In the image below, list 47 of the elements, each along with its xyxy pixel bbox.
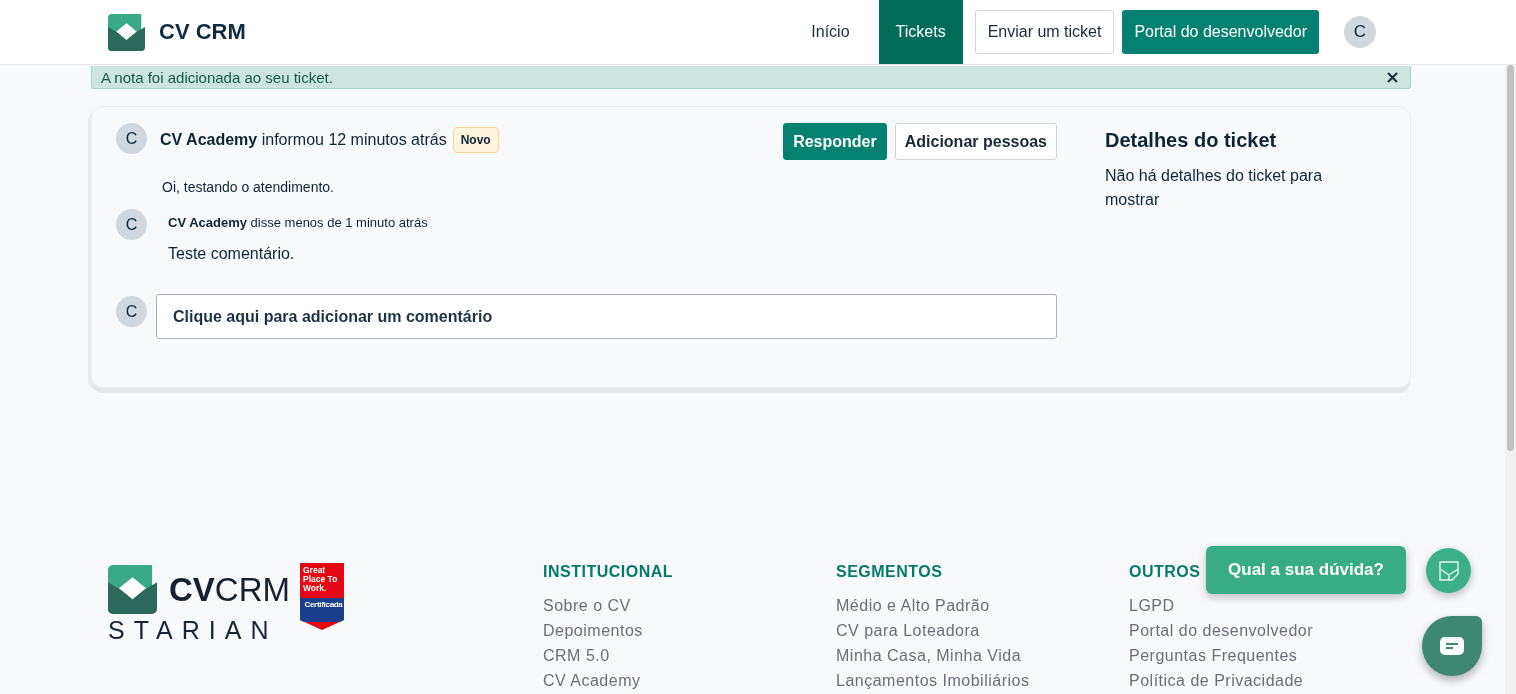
footer-link[interactable]: Lançamentos Imobiliários bbox=[836, 668, 1129, 693]
assistant-button[interactable] bbox=[1426, 548, 1471, 593]
user-avatar[interactable]: C bbox=[1344, 16, 1376, 48]
footer-link[interactable]: Portal do desenvolvedor bbox=[1129, 618, 1422, 643]
scrollbar-thumb[interactable] bbox=[1507, 65, 1514, 451]
user-avatar: C bbox=[116, 209, 147, 240]
footer-link[interactable]: CRM 5.0 bbox=[543, 643, 836, 668]
footer-heading: SEGMENTOS bbox=[836, 563, 943, 581]
chat-button[interactable] bbox=[1422, 616, 1482, 676]
ticket-meta: CV Academy informou 12 minutos atrás bbox=[160, 131, 447, 149]
company-name: STARIAN bbox=[108, 616, 279, 645]
footer-link[interactable]: Minha Casa, Minha Vida bbox=[836, 643, 1129, 668]
nav-button[interactable]: Enviar um ticket bbox=[974, 10, 1115, 54]
cube-icon bbox=[1436, 558, 1461, 583]
footer-heading: OUTROS bbox=[1129, 563, 1201, 581]
user-avatar: C bbox=[116, 296, 147, 327]
footer-link[interactable]: CV Academy bbox=[543, 668, 836, 693]
ticket-text: Oi, testando o atendimento. bbox=[162, 179, 335, 195]
details-title: Detalhes do ticket bbox=[1105, 129, 1278, 152]
comment-meta: CV Academy disse menos de 1 minuto atrás bbox=[168, 215, 428, 230]
comment-field[interactable]: Clique aqui para adicionar um comentário bbox=[156, 294, 1057, 339]
nav-button[interactable]: Portal do desenvolvedor bbox=[1122, 10, 1319, 54]
brand-logo-text: CVCRM bbox=[169, 570, 290, 609]
chat-icon bbox=[1440, 637, 1464, 655]
footer-link[interactable]: Depoimentos bbox=[543, 618, 836, 643]
close-icon[interactable] bbox=[1387, 71, 1398, 83]
details-text: Não há detalhes do ticket para mostrar bbox=[1105, 166, 1324, 210]
brand-name: CV CRM bbox=[159, 19, 246, 45]
notice-text: A nota foi adicionada ao seu ticket. bbox=[101, 68, 333, 86]
footer-link[interactable]: Política de Privacidade bbox=[1129, 668, 1422, 693]
logo-icon bbox=[108, 13, 145, 51]
status-badge: Novo bbox=[452, 127, 499, 153]
help-button[interactable]: Qual a sua dúvida? bbox=[1206, 546, 1406, 594]
footer-link[interactable]: Sobre o CV bbox=[543, 593, 836, 618]
nav-tab[interactable]: Tickets bbox=[878, 0, 963, 64]
footer-link[interactable]: LGPD bbox=[1129, 593, 1422, 618]
nav-tab[interactable]: Início bbox=[794, 0, 867, 64]
certification-seal: Great Place To Work. Certificada bbox=[300, 563, 344, 630]
footer-link[interactable]: CV para Loteadora bbox=[836, 618, 1129, 643]
add-people-button[interactable]: Adicionar pessoas bbox=[894, 123, 1057, 160]
user-avatar: C bbox=[116, 123, 147, 154]
logo-icon bbox=[108, 565, 157, 614]
comment-text: Teste comentário. bbox=[168, 245, 296, 263]
reply-button[interactable]: Responder bbox=[783, 123, 887, 160]
footer-link[interactable]: Médio e Alto Padrão bbox=[836, 593, 1129, 618]
footer-heading: INSTITUCIONAL bbox=[543, 563, 674, 581]
footer-link[interactable]: Perguntas Frequentes bbox=[1129, 643, 1422, 668]
